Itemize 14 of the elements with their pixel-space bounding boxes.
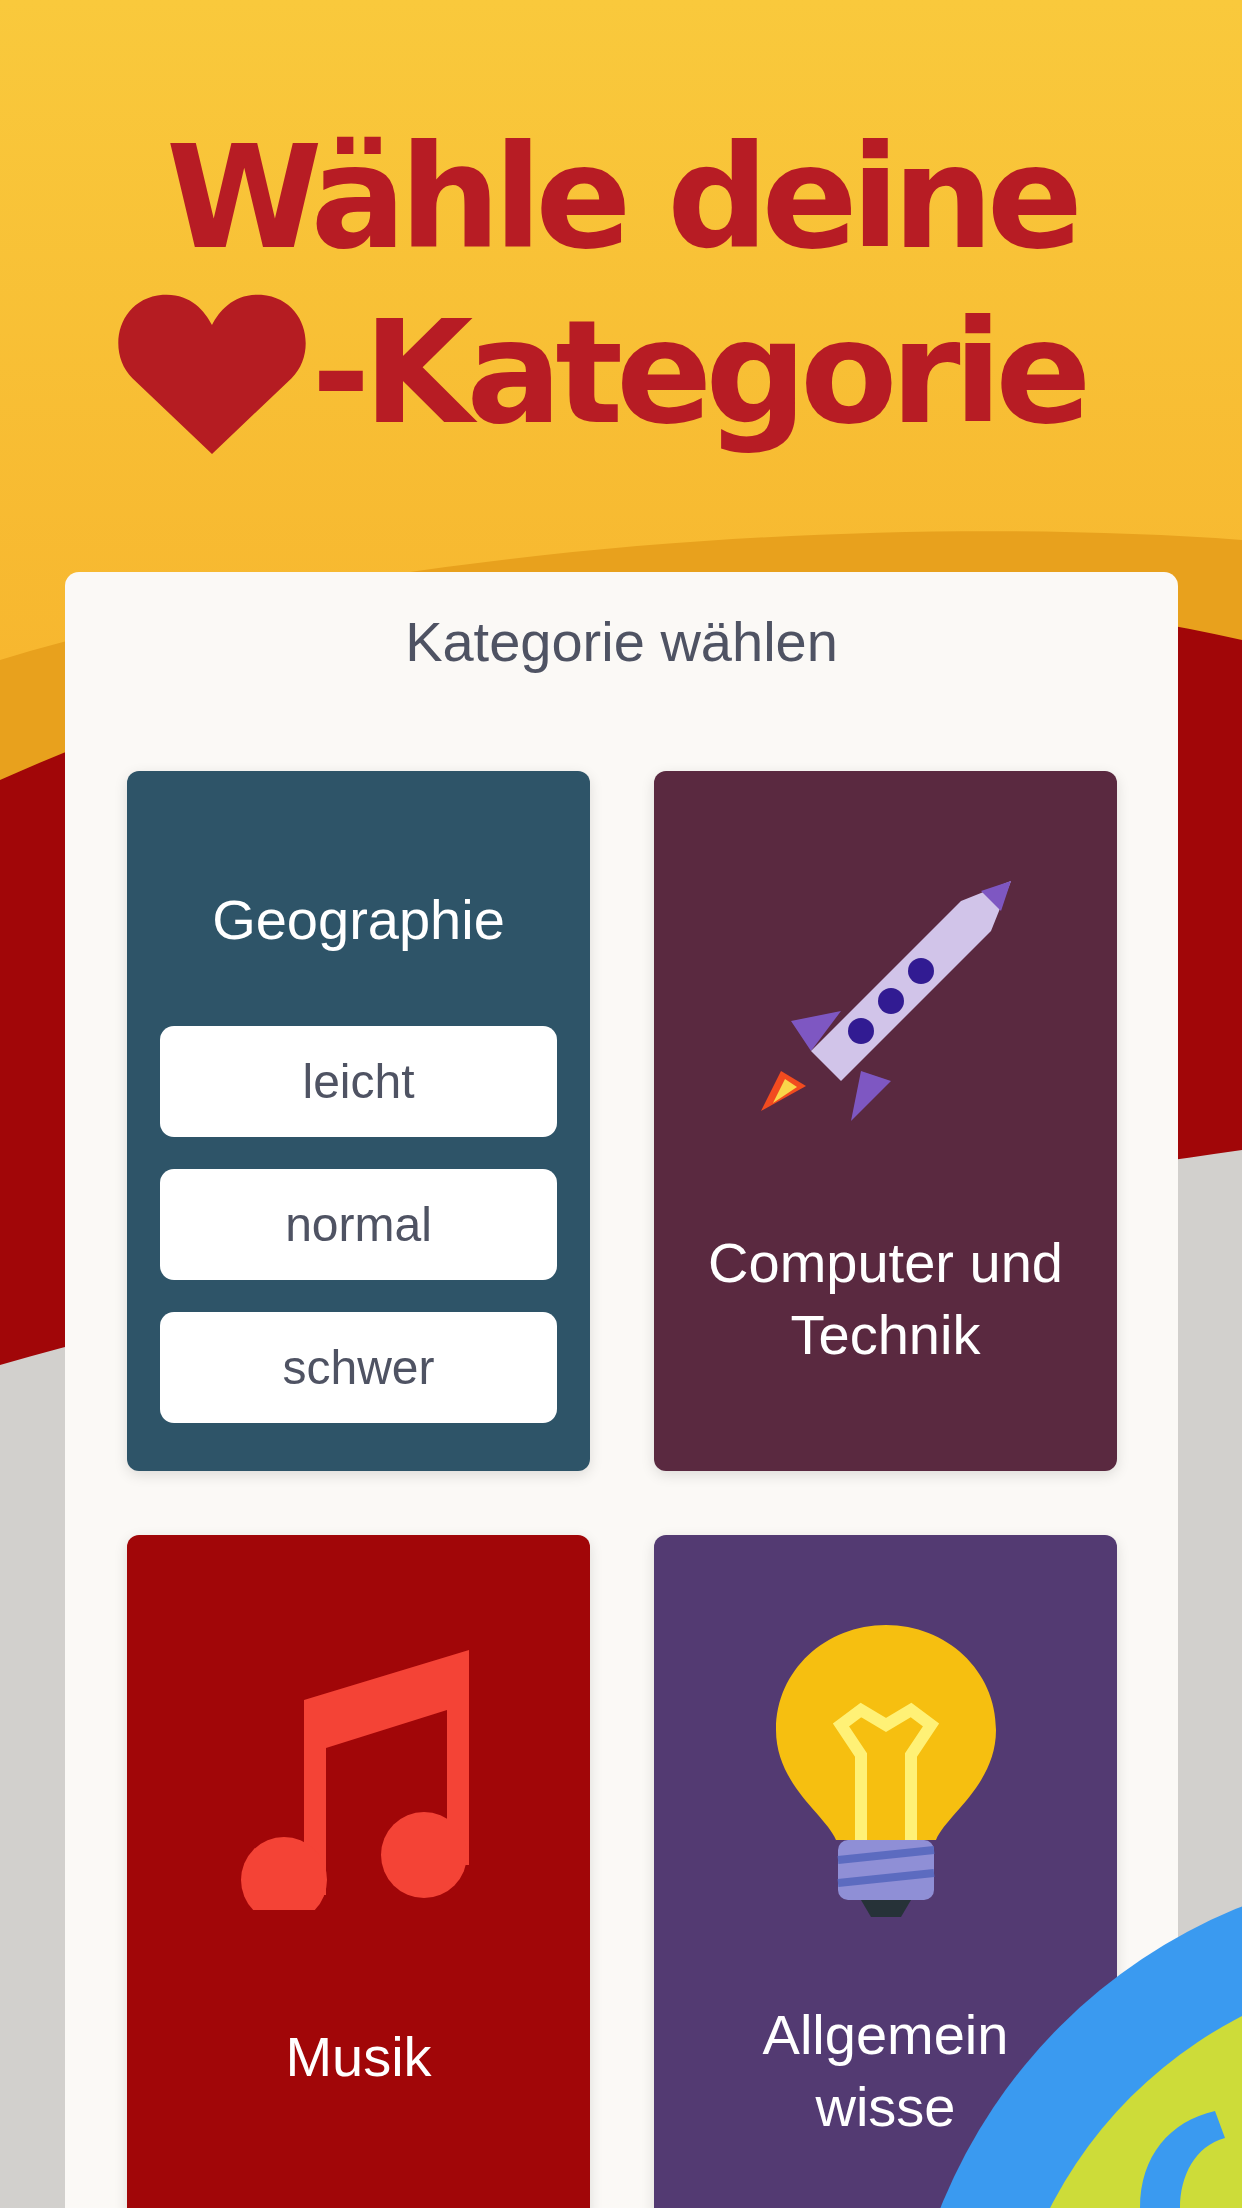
difficulty-button[interactable]: normal bbox=[160, 1169, 557, 1280]
category-tile[interactable]: Allgemein wisse bbox=[654, 1535, 1117, 2208]
headline: -Kategorie bbox=[311, 289, 1085, 457]
category-tile[interactable]: Geographie leicht normal schwer bbox=[127, 771, 590, 1471]
category-title: Computer und Technik bbox=[708, 1230, 1063, 1368]
panel-title: Kategorie wählen bbox=[404, 609, 839, 675]
category-tile[interactable]: Computer und Technik bbox=[654, 771, 1117, 1471]
category-tile[interactable]: Musik bbox=[127, 1535, 590, 2208]
difficulty-button[interactable]: schwer bbox=[160, 1312, 557, 1423]
category-title: Geographie bbox=[212, 887, 505, 953]
category-title: Musik bbox=[285, 2024, 432, 2090]
difficulty-button[interactable]: leicht bbox=[160, 1026, 557, 1137]
category-title: Allgemein wisse bbox=[762, 2002, 1009, 2140]
headline: Wähle deine bbox=[166, 114, 1076, 282]
